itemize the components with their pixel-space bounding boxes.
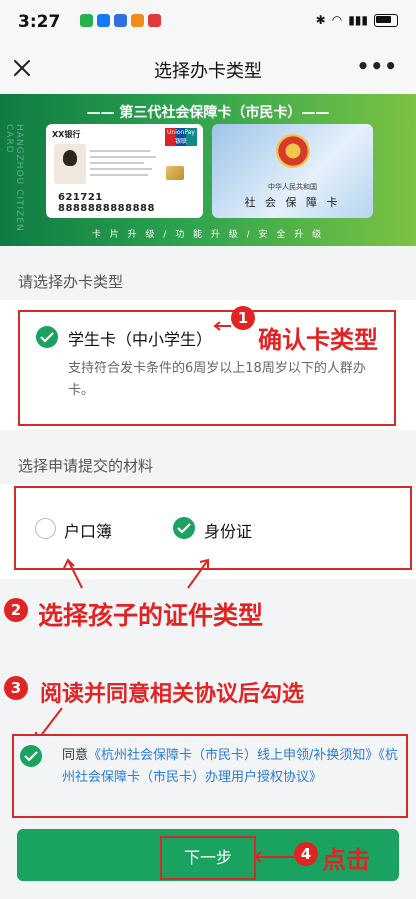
annotation-number: 2 — [4, 598, 28, 622]
annotation-number: 1 — [231, 306, 255, 330]
card-back-name: 社 会 保 障 卡 — [244, 196, 341, 209]
card-chip — [166, 166, 184, 180]
annotation-arrow-icon — [213, 321, 231, 331]
citizen-card-banner: HANGZHOU CITIZEN CARD —— 第三代社会保障卡（市民卡）——… — [0, 94, 416, 246]
card-back-image: 中华人民共和国 社 会 保 障 卡 — [212, 124, 373, 218]
app-icon — [97, 14, 110, 27]
banner-slogan: 卡 片 升 级 / 功 能 升 级 / 安 全 升 级 — [91, 230, 325, 240]
status-bar: 3:27 ✱ ◠ ▮▮▮ — [0, 0, 416, 44]
annotation-box-next — [160, 836, 256, 880]
annotation-number: 3 — [4, 676, 28, 700]
card-front-image: XX银行 UnionPay 银联 621721 8888888888888 — [46, 124, 203, 218]
system-indicators: ✱ ◠ ▮▮▮ — [316, 13, 398, 27]
annotation-box-agreement — [12, 734, 408, 818]
card-text-line — [90, 162, 144, 164]
card-text-line — [90, 168, 152, 170]
bank-name: XX银行 — [52, 130, 81, 139]
annotation-arrows-icon — [63, 558, 209, 589]
wechat-icon — [80, 14, 93, 27]
national-emblem-icon — [276, 134, 310, 168]
card-text-line — [90, 150, 150, 152]
app-icon — [148, 14, 161, 27]
page-title: 选择办卡类型 — [154, 61, 262, 82]
card-text-line — [90, 174, 148, 176]
annotation-click: 点击 — [322, 846, 370, 874]
wifi-icon: ◠ — [331, 13, 343, 27]
card-photo — [54, 144, 86, 184]
status-time: 3:27 — [18, 12, 61, 32]
bluetooth-icon: ✱ — [315, 13, 326, 27]
battery-icon — [374, 13, 398, 27]
materials-label: 选择申请提交的材料 — [18, 457, 154, 475]
card-number: 621721 8888888888888 — [58, 192, 155, 214]
app-icon — [114, 14, 127, 27]
signal-icon: ▮▮▮ — [348, 13, 368, 27]
unionpay-logo: UnionPay 银联 — [165, 128, 197, 146]
card-country: 中华人民共和国 — [268, 183, 317, 191]
more-button[interactable]: ••• — [357, 54, 398, 78]
annotation-choose-id-type: 选择孩子的证件类型 — [38, 601, 264, 630]
app-icon — [131, 14, 144, 27]
nav-bar: 选择办卡类型 ••• — [0, 44, 416, 94]
card-text-line — [90, 156, 156, 158]
annotation-confirm-type: 确认卡类型 — [258, 326, 378, 354]
card-type-label: 请选择办卡类型 — [18, 273, 124, 291]
annotation-number: 4 — [294, 842, 318, 866]
notification-icons — [80, 14, 161, 27]
annotation-arrow-icon — [253, 851, 294, 863]
annotation-agree-and-check: 阅读并同意相关协议后勾选 — [40, 682, 305, 707]
banner-title: —— 第三代社会保障卡（市民卡）—— — [86, 105, 330, 121]
